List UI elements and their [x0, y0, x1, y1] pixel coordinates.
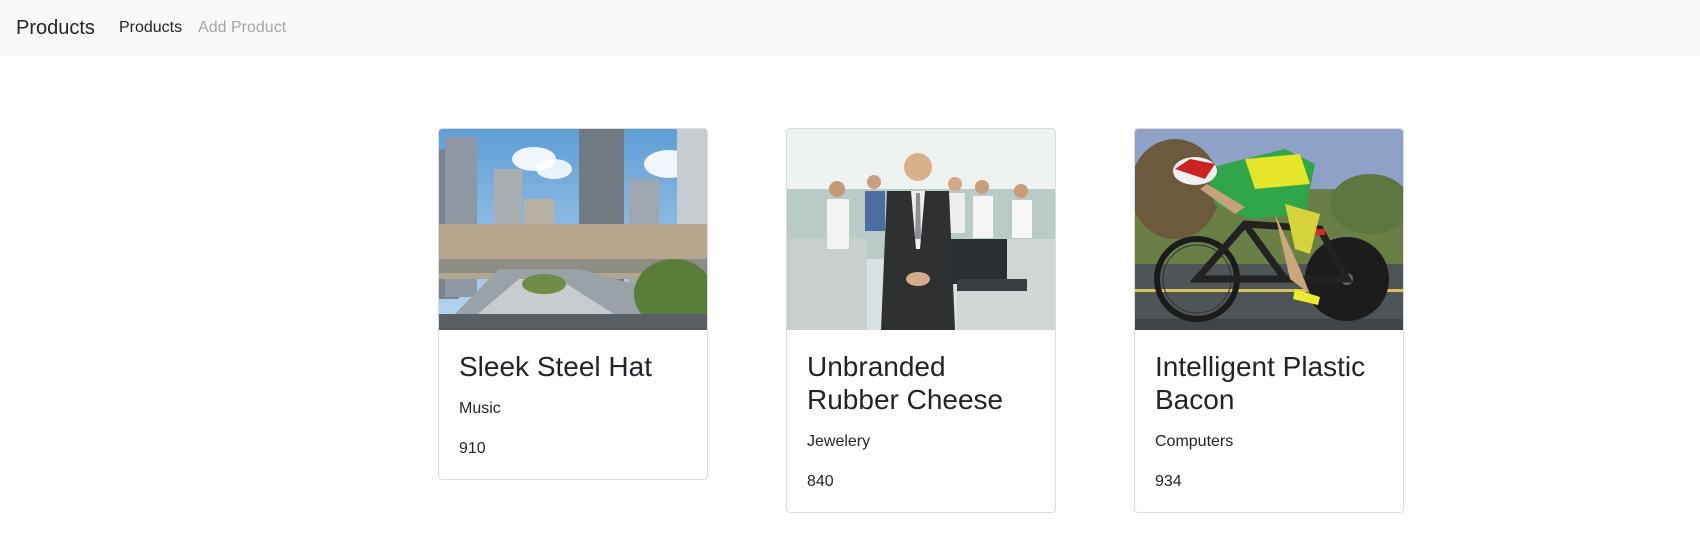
- card-body: Unbranded Rubber Cheese Jewelery 840: [787, 330, 1055, 512]
- product-card[interactable]: Unbranded Rubber Cheese Jewelery 840: [786, 128, 1056, 513]
- product-category: Music: [459, 400, 501, 417]
- product-price: 840: [807, 473, 834, 490]
- product-name: Unbranded Rubber Cheese: [807, 351, 1004, 415]
- product-image-city-skyline: [439, 129, 707, 330]
- card-body: Intelligent Plastic Bacon Computers 934: [1135, 330, 1403, 512]
- product-category: Computers: [1155, 433, 1234, 450]
- product-card[interactable]: Intelligent Plastic Bacon Computers 934: [1134, 128, 1404, 513]
- nav-link-products[interactable]: Products: [119, 19, 182, 37]
- navbar-brand[interactable]: Products: [16, 17, 95, 40]
- navbar: Products Products Add Product: [0, 0, 1700, 56]
- product-price: 910: [459, 440, 486, 457]
- product-name: Sleek Steel Hat: [459, 351, 652, 382]
- product-name: Intelligent Plastic Bacon: [1155, 351, 1366, 415]
- product-card[interactable]: Sleek Steel Hat Music 910: [438, 128, 708, 480]
- product-category: Jewelery: [807, 433, 871, 450]
- card-body: Sleek Steel Hat Music 910: [439, 330, 707, 479]
- product-price: 934: [1155, 473, 1182, 490]
- product-image-cyclist: [1135, 129, 1403, 330]
- product-image-office-team: [787, 129, 1055, 330]
- nav-link-add-product[interactable]: Add Product: [198, 19, 286, 37]
